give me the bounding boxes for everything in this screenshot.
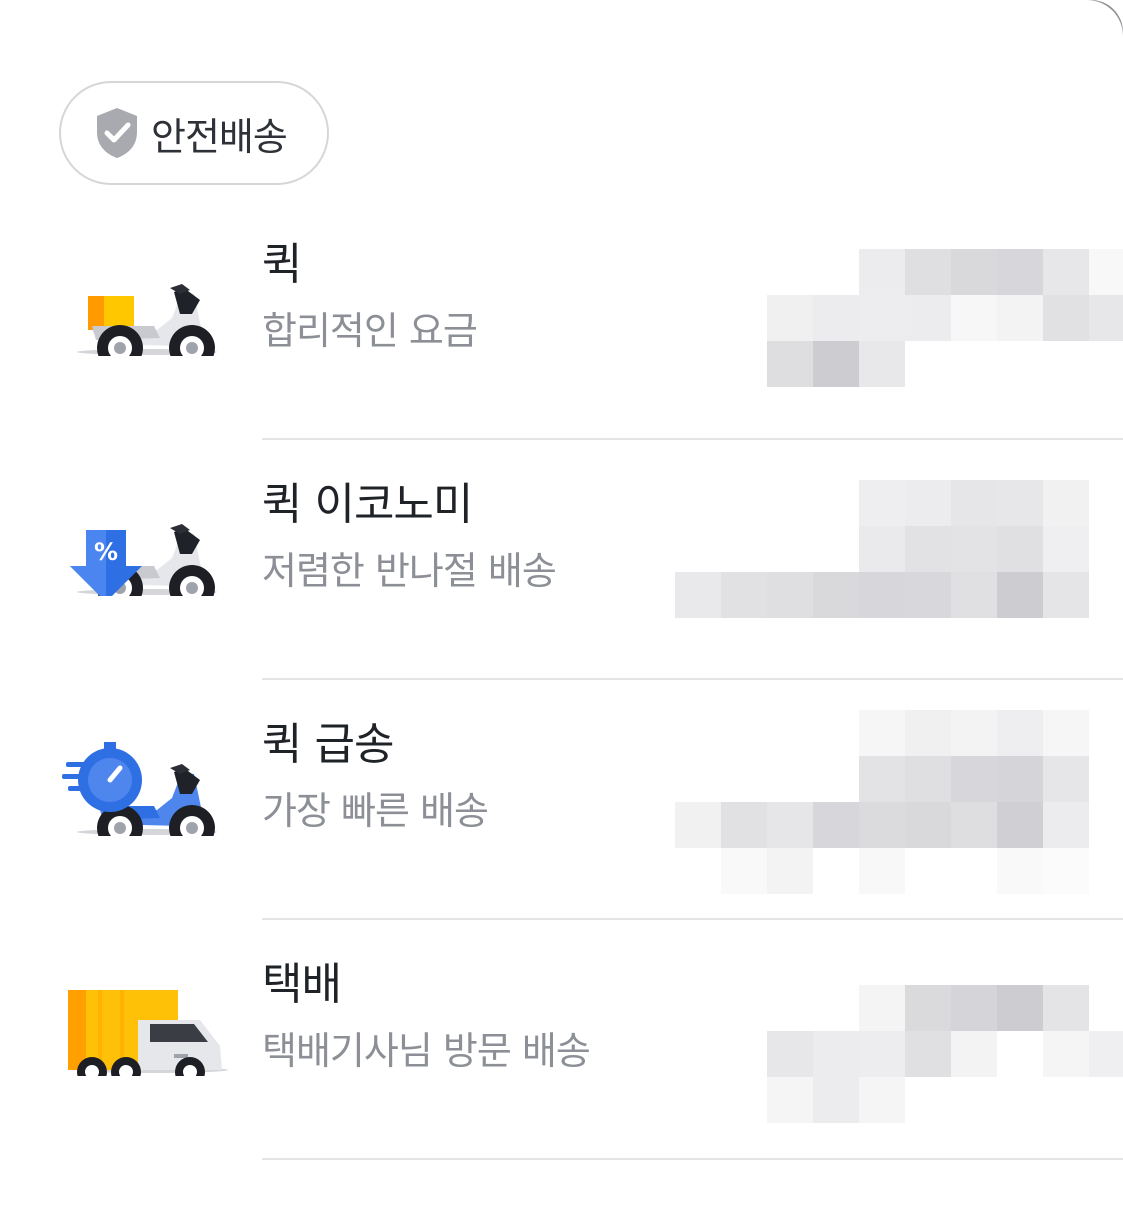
option-subtitle: 가장 빠른 배송 (262, 789, 489, 833)
option-title: 퀵 급송 (262, 719, 394, 770)
option-title: 퀵 (262, 239, 302, 290)
row-divider (262, 1158, 1123, 1160)
option-title: 택배 (262, 959, 342, 1010)
price-redacted (767, 985, 1123, 1123)
safe-delivery-chip[interactable]: 안전배송 (59, 81, 329, 185)
svg-text:%: % (94, 538, 118, 566)
delivery-option-parcel[interactable]: 택배 택배기사님 방문 배송 (0, 920, 1123, 1160)
scooter-box-icon (77, 284, 217, 356)
option-subtitle: 저렴한 반나절 배송 (262, 549, 557, 593)
scooter-fast-icon (62, 742, 217, 836)
shield-check-icon (97, 108, 137, 158)
delivery-option-quick-express[interactable]: 퀵 급송 가장 빠른 배송 (0, 680, 1123, 920)
delivery-option-quick[interactable]: 퀵 합리적인 요금 (0, 200, 1123, 440)
scooter-discount-icon: % (70, 524, 217, 596)
price-redacted (675, 710, 1089, 894)
delivery-option-quick-economy[interactable]: % 퀵 이코노미 저렴한 반나절 배송 (0, 440, 1123, 680)
option-subtitle: 합리적인 요금 (262, 309, 478, 353)
price-redacted (767, 249, 1123, 387)
safe-delivery-label: 안전배송 (151, 114, 288, 159)
option-title: 퀵 이코노미 (262, 479, 473, 530)
option-subtitle: 택배기사님 방문 배송 (262, 1029, 591, 1073)
delivery-options-sheet: 안전배송 퀵 합리적인 요금 % 퀵 이코노미 저렴한 반나절 배송 퀵 급송 … (0, 0, 1123, 1225)
delivery-truck-icon (68, 990, 228, 1076)
price-redacted (675, 480, 1089, 618)
